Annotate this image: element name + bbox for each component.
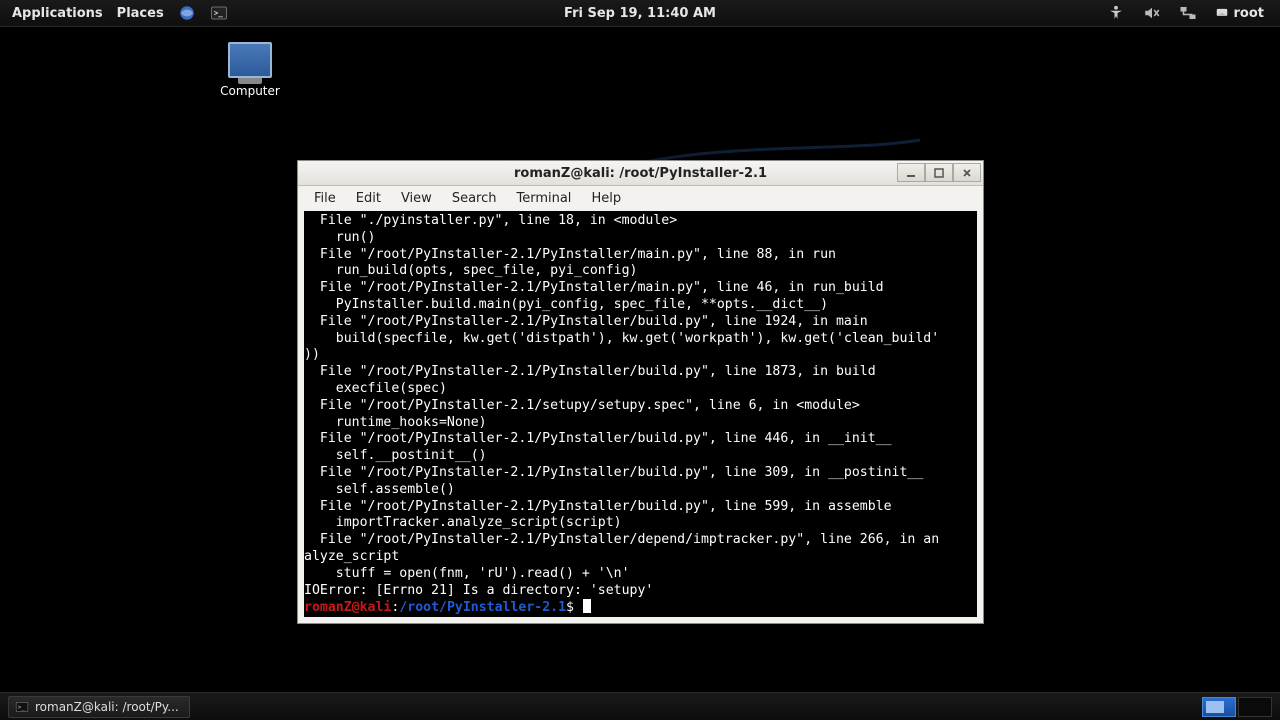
workspace-switcher (1202, 697, 1272, 717)
menu-view[interactable]: View (393, 189, 440, 208)
window-title: romanZ@kali: /root/PyInstaller-2.1 (514, 166, 767, 181)
workspace-2[interactable] (1238, 697, 1272, 717)
menu-edit[interactable]: Edit (348, 189, 389, 208)
titlebar[interactable]: romanZ@kali: /root/PyInstaller-2.1 (298, 161, 983, 186)
menu-file[interactable]: File (306, 189, 344, 208)
user-menu[interactable]: root (1215, 6, 1265, 21)
taskbar-entry-label: romanZ@kali: /root/Py... (35, 700, 179, 714)
places-menu[interactable]: Places (117, 6, 164, 21)
menu-search[interactable]: Search (444, 189, 505, 208)
svg-text:>_: >_ (18, 704, 26, 710)
terminal-launcher-icon[interactable]: >_ (210, 4, 228, 22)
desktop-computer-icon[interactable]: Computer (215, 42, 285, 98)
taskbar-window-entry[interactable]: >_ romanZ@kali: /root/Py... (8, 696, 190, 718)
workspace-1[interactable] (1202, 697, 1236, 717)
close-button[interactable] (953, 163, 981, 182)
user-menu-label: root (1234, 6, 1265, 21)
iceweasel-launcher-icon[interactable] (178, 4, 196, 22)
desktop-icon-label: Computer (215, 84, 285, 98)
minimize-button[interactable] (897, 163, 925, 182)
svg-text:>_: >_ (213, 8, 223, 17)
top-panel: Applications Places >_ Fri Sep 19, 11:40… (0, 0, 1280, 27)
menu-terminal[interactable]: Terminal (508, 189, 579, 208)
bottom-panel: >_ romanZ@kali: /root/Py... (0, 692, 1280, 720)
network-tray-icon[interactable] (1179, 4, 1197, 22)
menubar: File Edit View Search Terminal Help (298, 186, 983, 211)
terminal-icon: >_ (15, 700, 29, 714)
volume-muted-tray-icon[interactable] (1143, 4, 1161, 22)
clock[interactable]: Fri Sep 19, 11:40 AM (564, 6, 716, 21)
terminal-window: romanZ@kali: /root/PyInstaller-2.1 File … (297, 160, 984, 624)
maximize-button[interactable] (925, 163, 953, 182)
menu-help[interactable]: Help (583, 189, 629, 208)
terminal-viewport[interactable]: File "./pyinstaller.py", line 18, in <mo… (304, 211, 977, 617)
a11y-tray-icon[interactable] (1107, 4, 1125, 22)
applications-menu[interactable]: Applications (12, 6, 103, 21)
monitor-icon (228, 42, 272, 78)
